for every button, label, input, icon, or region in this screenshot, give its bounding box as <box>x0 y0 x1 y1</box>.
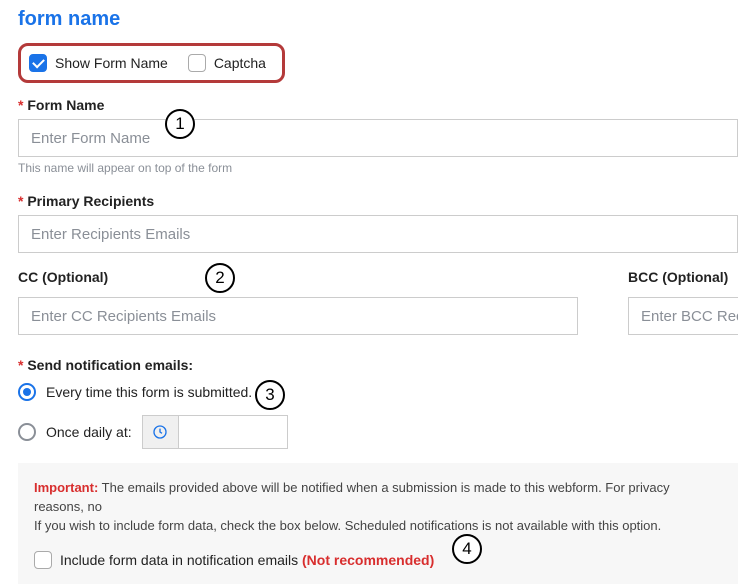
checkbox-captcha[interactable]: Captcha <box>188 54 266 72</box>
form-name-input[interactable] <box>18 119 738 157</box>
checkbox-show-form-name[interactable]: Show Form Name <box>29 54 168 72</box>
checkbox-icon <box>29 54 47 72</box>
form-options-highlight: Show Form Name Captcha <box>18 43 285 83</box>
send-notification-label: Send notification emails: <box>18 357 738 373</box>
time-picker <box>142 415 288 449</box>
checkbox-icon <box>34 551 52 569</box>
info-line1: The emails provided above will be notifi… <box>34 480 670 514</box>
info-box: Important: The emails provided above wil… <box>18 463 738 584</box>
checkbox-label: Show Form Name <box>55 55 168 71</box>
primary-recipients-label: Primary Recipients <box>18 193 738 209</box>
clock-icon[interactable] <box>143 416 179 448</box>
checkbox-include-form-data[interactable]: Include form data in notification emails… <box>34 550 434 570</box>
callout-marker-4: 4 <box>452 534 482 564</box>
time-input[interactable] <box>179 416 287 448</box>
cc-label: CC (Optional) <box>18 269 578 285</box>
bcc-input[interactable] <box>628 297 738 335</box>
radio-daily-label: Once daily at: <box>46 424 132 440</box>
page-title: form name <box>18 8 738 31</box>
radio-every-label: Every time this form is submitted. <box>46 384 252 400</box>
checkbox-label: Captcha <box>214 55 266 71</box>
callout-marker-3: 3 <box>255 380 285 410</box>
info-text: Important: The emails provided above wil… <box>34 479 722 536</box>
form-name-help: This name will appear on top of the form <box>18 161 738 175</box>
form-name-label: Form Name <box>18 97 738 113</box>
include-warning: (Not recommended) <box>302 552 434 568</box>
radio-once-daily[interactable] <box>18 423 36 441</box>
callout-marker-2: 2 <box>205 263 235 293</box>
primary-recipients-input[interactable] <box>18 215 738 253</box>
callout-marker-1: 1 <box>165 109 195 139</box>
cc-input[interactable] <box>18 297 578 335</box>
info-line2: If you wish to include form data, check … <box>34 518 661 533</box>
checkbox-icon <box>188 54 206 72</box>
include-label: Include form data in notification emails <box>60 552 302 568</box>
bcc-label: BCC (Optional) <box>628 269 738 285</box>
radio-every-submission[interactable] <box>18 383 36 401</box>
info-important-label: Important: <box>34 480 98 495</box>
